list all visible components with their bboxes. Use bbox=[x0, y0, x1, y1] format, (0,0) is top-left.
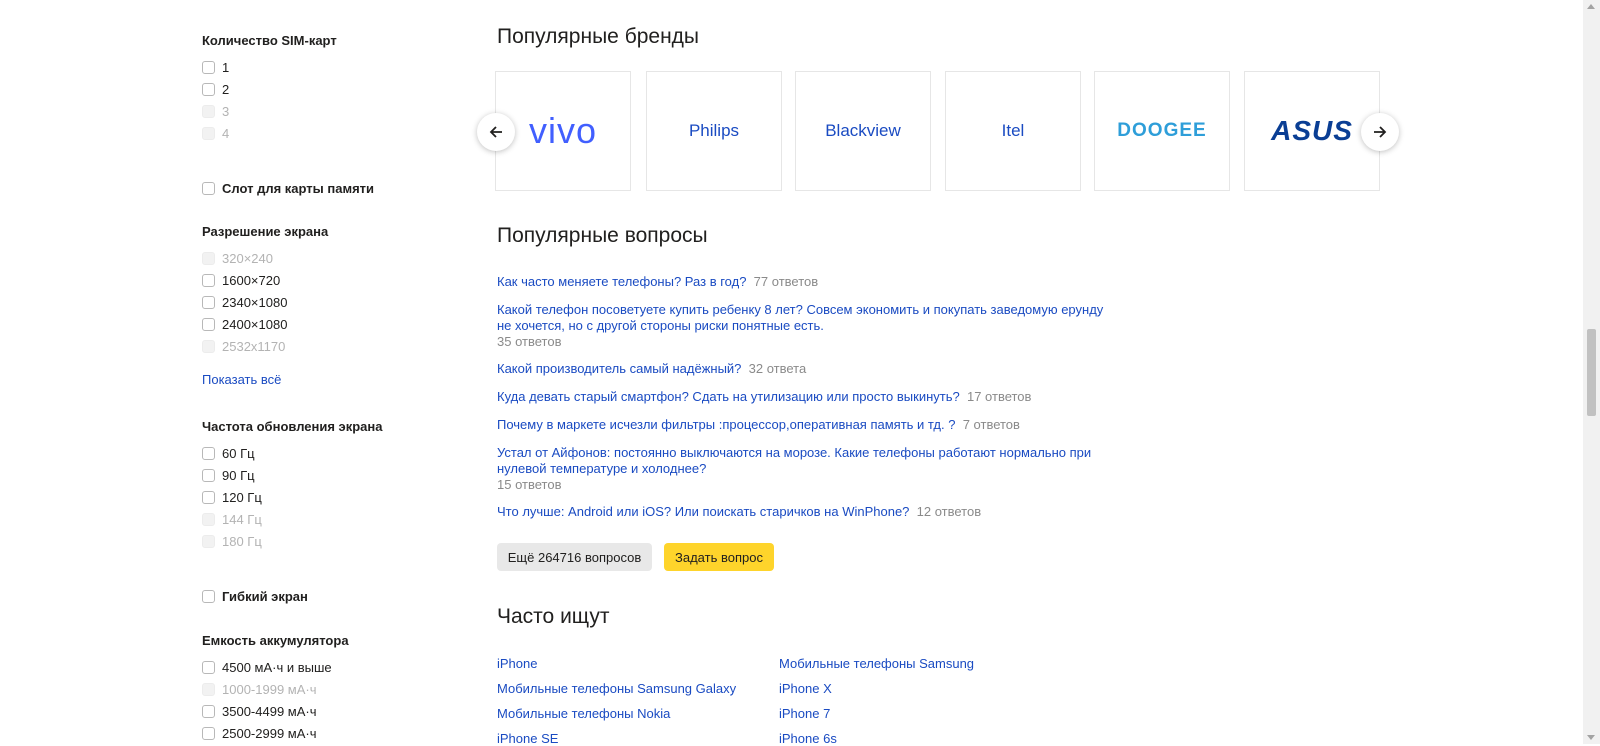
filter-option-battery[interactable]: 2500-2999 мА·ч bbox=[202, 724, 317, 742]
brands-carousel: vivo Philips Blackview Itel DOOGEE ASUS bbox=[495, 71, 1380, 193]
brand-logo-doogee: DOOGEE bbox=[1117, 120, 1207, 141]
brand-card-asus[interactable]: ASUS bbox=[1244, 71, 1380, 191]
brand-card-vivo[interactable]: vivo bbox=[495, 71, 631, 191]
checkbox bbox=[202, 534, 215, 548]
filter-option-resolution: 320×240 bbox=[202, 249, 273, 267]
question-item: Почему в маркете исчезли фильтры :процес… bbox=[497, 417, 1117, 433]
question-link[interactable]: Как часто меняете телефоны? Раз в год? bbox=[497, 274, 746, 289]
frequent-heading: Часто ищут bbox=[497, 605, 610, 628]
brand-card-blackview[interactable]: Blackview bbox=[795, 71, 931, 191]
checkbox[interactable] bbox=[202, 181, 215, 195]
frequent-link[interactable]: Мобильные телефоны Nokia bbox=[497, 706, 670, 721]
question-link[interactable]: Что лучше: Android или iOS? Или поискать… bbox=[497, 504, 909, 519]
question-link[interactable]: Какой телефон посоветуете купить ребенку… bbox=[497, 302, 1103, 333]
brand-card-itel[interactable]: Itel bbox=[945, 71, 1081, 191]
filter-option-refresh-rate[interactable]: 60 Гц bbox=[202, 444, 255, 462]
carousel-next-button[interactable] bbox=[1361, 113, 1399, 151]
filter-option-battery[interactable]: 3500-4499 мА·ч bbox=[202, 702, 317, 720]
checkbox bbox=[202, 339, 215, 353]
question-item: Что лучше: Android или iOS? Или поискать… bbox=[497, 504, 1117, 520]
questions-heading: Популярные вопросы bbox=[497, 224, 708, 247]
checkbox[interactable] bbox=[202, 273, 215, 287]
brand-card-doogee[interactable]: DOOGEE bbox=[1094, 71, 1230, 191]
filter-option-resolution[interactable]: 1600×720 bbox=[202, 271, 280, 289]
answers-count: 77 ответов bbox=[753, 274, 819, 289]
answers-count: 7 ответов bbox=[962, 417, 1020, 432]
checkbox[interactable] bbox=[202, 446, 215, 460]
answers-count: 12 ответов bbox=[916, 504, 982, 519]
filter-option-resolution[interactable]: 2400×1080 bbox=[202, 315, 287, 333]
checkbox bbox=[202, 682, 215, 696]
question-item: Какой телефон посоветуете купить ребенку… bbox=[497, 302, 1117, 350]
filter-option-sim-4: 4 bbox=[202, 124, 229, 142]
brand-name: Blackview bbox=[825, 121, 901, 140]
arrow-right-icon bbox=[1374, 126, 1387, 138]
answers-count: 15 ответов bbox=[497, 477, 562, 492]
checkbox[interactable] bbox=[202, 468, 215, 482]
question-item: Куда девать старый смартфон? Сдать на ут… bbox=[497, 389, 1117, 405]
filter-option-sim-3: 3 bbox=[202, 102, 229, 120]
checkbox bbox=[202, 251, 215, 265]
filter-flexible-screen[interactable]: Гибкий экран bbox=[202, 587, 308, 605]
arrow-left-icon bbox=[489, 126, 502, 138]
checkbox bbox=[202, 104, 215, 118]
filter-option-battery: 1000-1999 мА·ч bbox=[202, 680, 317, 698]
scrollbar-thumb[interactable] bbox=[1587, 329, 1596, 416]
filter-option-resolution[interactable]: 2340×1080 bbox=[202, 293, 287, 311]
checkbox[interactable] bbox=[202, 82, 215, 96]
carousel-prev-button[interactable] bbox=[477, 113, 515, 151]
filter-title-refresh-rate: Частота обновления экрана bbox=[202, 419, 383, 434]
question-item: Как часто меняете телефоны? Раз в год? 7… bbox=[497, 274, 1117, 290]
question-link[interactable]: Почему в маркете исчезли фильтры :процес… bbox=[497, 417, 955, 432]
checkbox[interactable] bbox=[202, 660, 215, 674]
answers-count: 35 ответов bbox=[497, 334, 562, 349]
frequent-link[interactable]: iPhone X bbox=[779, 681, 832, 696]
answers-count: 17 ответов bbox=[966, 389, 1032, 404]
checkbox[interactable] bbox=[202, 490, 215, 504]
frequent-link[interactable]: Мобильные телефоны Samsung bbox=[779, 656, 974, 671]
checkbox[interactable] bbox=[202, 704, 215, 718]
more-questions-button[interactable]: Ещё 264716 вопросов bbox=[497, 543, 652, 571]
filter-option-resolution: 2532x1170 bbox=[202, 337, 285, 355]
brand-card-philips[interactable]: Philips bbox=[646, 71, 782, 191]
checkbox bbox=[202, 512, 215, 526]
brand-name: Philips bbox=[688, 121, 740, 140]
brand-logo-asus: ASUS bbox=[1271, 115, 1353, 146]
answers-count: 32 ответа bbox=[748, 361, 807, 376]
scroll-down-icon[interactable] bbox=[1587, 735, 1595, 740]
ask-question-button[interactable]: Задать вопрос bbox=[664, 543, 774, 571]
brand-logo-vivo: vivo bbox=[528, 110, 598, 151]
filter-option-battery[interactable]: 4500 мА·ч и выше bbox=[202, 658, 332, 676]
question-link[interactable]: Какой производитель самый надёжный? bbox=[497, 361, 741, 376]
filter-option-refresh-rate: 144 Гц bbox=[202, 510, 262, 528]
brand-name: Itel bbox=[1001, 121, 1025, 140]
scroll-up-icon[interactable] bbox=[1587, 4, 1595, 9]
checkbox[interactable] bbox=[202, 726, 215, 740]
show-all-link[interactable]: Показать всё bbox=[202, 372, 281, 387]
frequent-link[interactable]: iPhone bbox=[497, 656, 537, 671]
filter-option-refresh-rate[interactable]: 120 Гц bbox=[202, 488, 262, 506]
frequent-link[interactable]: iPhone 7 bbox=[779, 706, 830, 721]
question-item: Устал от Айфонов: постоянно выключаются … bbox=[497, 445, 1117, 493]
brands-heading: Популярные бренды bbox=[497, 25, 700, 48]
filter-option-refresh-rate: 180 Гц bbox=[202, 532, 262, 550]
filter-title-battery: Емкость аккумулятора bbox=[202, 633, 349, 648]
checkbox[interactable] bbox=[202, 589, 215, 603]
filter-title-sim: Количество SIM-карт bbox=[202, 33, 337, 48]
filter-memory-slot[interactable]: Слот для карты памяти bbox=[202, 179, 374, 197]
question-link[interactable]: Устал от Айфонов: постоянно выключаются … bbox=[497, 445, 1091, 476]
checkbox[interactable] bbox=[202, 295, 215, 309]
question-item: Какой производитель самый надёжный? 32 о… bbox=[497, 361, 1117, 377]
checkbox bbox=[202, 126, 215, 140]
filter-option-sim-2[interactable]: 2 bbox=[202, 80, 229, 98]
filter-option-sim-1[interactable]: 1 bbox=[202, 58, 229, 76]
page-scrollbar[interactable] bbox=[1583, 0, 1600, 744]
filter-title-resolution: Разрешение экрана bbox=[202, 224, 329, 239]
frequent-link[interactable]: Мобильные телефоны Samsung Galaxy bbox=[497, 681, 736, 696]
filter-option-refresh-rate[interactable]: 90 Гц bbox=[202, 466, 255, 484]
question-link[interactable]: Куда девать старый смартфон? Сдать на ут… bbox=[497, 389, 960, 404]
checkbox[interactable] bbox=[202, 317, 215, 331]
checkbox[interactable] bbox=[202, 60, 215, 74]
